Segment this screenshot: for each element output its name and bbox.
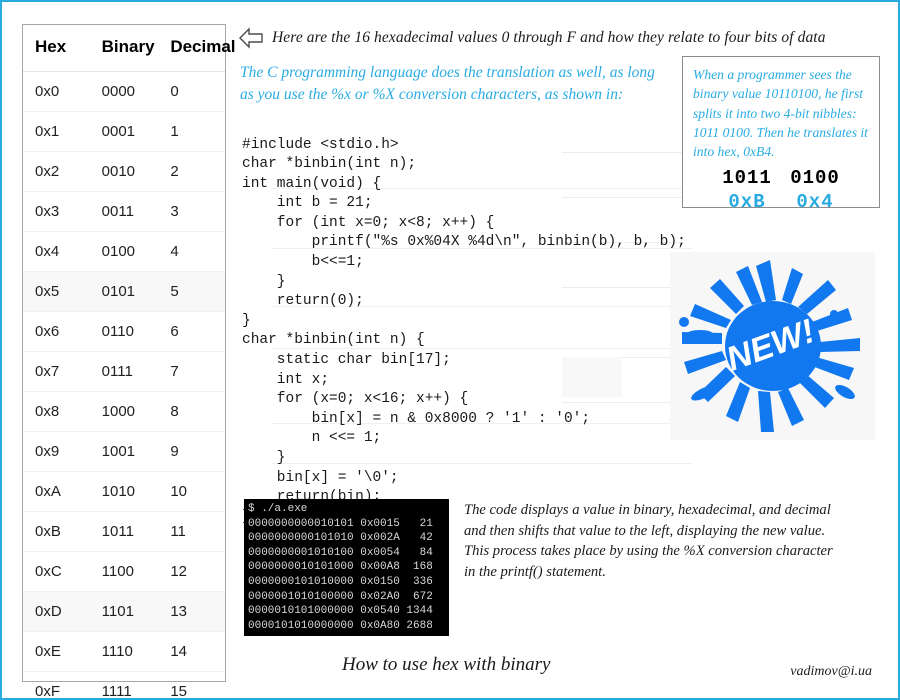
table-row: 0xA 1010 10 <box>23 471 225 512</box>
explanation-line-1: The code displays a value in binary, hex… <box>464 502 831 518</box>
table-cell-decimal: 0 <box>158 71 225 112</box>
column-header-hex: Hex <box>23 25 90 72</box>
table-cell-binary: 1001 <box>89 431 159 472</box>
nibble-explanation-callout: When a programmer sees the binary value … <box>682 56 880 213</box>
table-cell-hex: 0x0 <box>23 71 90 112</box>
table-cell-hex: 0x3 <box>23 191 90 232</box>
slide-caption: How to use hex with binary <box>342 654 551 675</box>
slide-canvas: Hex Binary Decimal 0x0 0000 0 0x1 0001 1 0x2 00… <box>0 0 900 700</box>
new-badge-graphic: NEW! <box>670 252 875 440</box>
table-cell-decimal: 4 <box>158 231 225 272</box>
table-cell-hex: 0x8 <box>23 391 90 432</box>
table-cell-hex: 0x2 <box>23 151 90 192</box>
table-cell-hex: 0xC <box>23 551 90 592</box>
nibble-binary-row: 1011 0100 <box>693 167 869 189</box>
table-cell-hex: 0xA <box>23 471 90 512</box>
table-row: 0x4 0100 4 <box>23 231 225 272</box>
table-cell-binary: 1000 <box>89 391 159 432</box>
table-row: 0x9 1001 9 <box>23 431 225 472</box>
table-row: 0xF 1111 15 <box>23 672 225 700</box>
table-cell-decimal: 5 <box>158 271 225 312</box>
column-header-binary: Binary <box>89 25 159 72</box>
table-row: 0xC 1100 12 <box>23 551 225 592</box>
nibble-hex-low: 0x4 <box>796 191 834 214</box>
table-cell-hex: 0xF <box>35 683 61 700</box>
table-cell-decimal: 7 <box>158 351 225 392</box>
table-cell-decimal: 2 <box>158 151 225 192</box>
table-cell-binary: 0111 <box>89 351 159 392</box>
table-cell-decimal: 13 <box>158 591 225 632</box>
table-cell-hex: 0x5 <box>23 271 90 312</box>
explanation-line-4: in the printf() statement. <box>464 564 606 581</box>
explanation-paragraph: The code displays a value in binary, hex… <box>464 500 884 583</box>
table-row: 0x7 0111 7 <box>23 351 225 392</box>
intro-paragraph: The C programming language does the tran… <box>240 62 660 107</box>
nibble-hex-row: 0xB 0x4 <box>693 191 869 213</box>
hex-binary-decimal-table: Hex Binary Decimal 0x0 0000 0 0x1 0001 1 0x2 00… <box>22 24 236 698</box>
table-cell-binary: 1111 <box>101 683 132 700</box>
intro-line-1: The C programming language does the tran… <box>240 64 655 81</box>
table-row: 0xB 1011 11 <box>23 511 225 552</box>
table-row: 0x8 1000 8 <box>23 391 225 432</box>
explanation-line-2: and then shifts that value to the left, … <box>464 522 826 539</box>
table-cell-decimal: 15 <box>170 683 188 700</box>
header-line: Here are the 16 hexadecimal values 0 thr… <box>238 26 888 50</box>
table-cell-hex: 0x7 <box>23 351 90 392</box>
terminal-text: $ ./a.exe 0000000000010101 0x0015 21 000… <box>248 503 433 632</box>
table-cell-binary: 1100 <box>89 551 159 592</box>
table-cell-binary: 0000 <box>89 71 159 112</box>
terminal-output: $ ./a.exe 0000000000010101 0x0015 21 000… <box>244 499 449 636</box>
table-cell-decimal: 11 <box>158 511 225 552</box>
table-row: 0xE 1110 14 <box>23 631 225 672</box>
author-signature: vadimov@i.ua <box>790 664 872 679</box>
table-header-row: Hex Binary Decimal <box>23 25 236 72</box>
table-cell-decimal: 3 <box>158 191 225 232</box>
table-cell-binary: 1101 <box>89 591 159 632</box>
table-cell-binary: 1110 <box>89 631 159 672</box>
table-cell-hex: 0x1 <box>23 111 90 152</box>
table-row: 0x0 0000 0 <box>23 71 225 112</box>
arrow-left-icon <box>238 26 264 50</box>
table-cell-decimal: 9 <box>158 431 225 472</box>
table-cell-hex: 0x9 <box>23 431 90 472</box>
table-row: 0x2 0010 2 <box>23 151 225 192</box>
table-cell-hex: 0xB <box>23 511 90 552</box>
explanation-line-3: This process takes place by using the %X… <box>464 543 833 560</box>
nibble-binary-high: 1011 <box>722 167 772 190</box>
table-cell-decimal: 10 <box>158 471 225 512</box>
table-body: 0x0 0000 0 0x1 0001 1 0x2 0010 2 0x3 0011 3 0x4 0100 4… <box>23 71 225 700</box>
table-cell-decimal: 1 <box>158 111 225 152</box>
table-row: 0x6 0110 6 <box>23 311 225 352</box>
table-cell-binary: 0110 <box>89 311 159 352</box>
table-cell-decimal: 8 <box>158 391 225 432</box>
table-cell-hex: 0x4 <box>23 231 90 272</box>
table-cell-hex: 0xD <box>23 591 90 632</box>
table-cell-binary: 0101 <box>89 271 159 312</box>
table-cell-decimal: 14 <box>158 631 225 672</box>
nibble-callout-text: When a programmer sees the binary value … <box>693 67 868 160</box>
table-cell-decimal: 6 <box>158 311 225 352</box>
table-row: 0x5 0101 5 <box>23 271 225 312</box>
table-cell-hex: 0x6 <box>23 311 90 352</box>
column-header-decimal: Decimal <box>158 25 236 72</box>
table-cell-binary: 0011 <box>89 191 159 232</box>
table-row: 0xD 1101 13 <box>23 591 225 632</box>
nibble-binary-low: 0100 <box>790 167 840 190</box>
table-cell-binary: 0010 <box>89 151 159 192</box>
table-cell-binary: 0100 <box>89 231 159 272</box>
c-source-code: #include <stdio.h> char *binbin(int n); … <box>242 136 686 525</box>
table-cell-binary: 1011 <box>89 511 159 552</box>
table-cell-binary: 0001 <box>89 111 159 152</box>
header-title: Here are the 16 hexadecimal values 0 thr… <box>272 29 826 46</box>
intro-line-2: as you use the %x or %X conversion chara… <box>240 86 624 104</box>
table-row: 0x3 0011 3 <box>23 191 225 232</box>
table-cell-hex: 0xE <box>23 631 90 672</box>
table-row: 0x1 0001 1 <box>23 111 225 152</box>
table-cell-decimal: 12 <box>158 551 225 592</box>
nibble-hex-high: 0xB <box>728 191 766 214</box>
table-cell-binary: 1010 <box>89 471 159 512</box>
